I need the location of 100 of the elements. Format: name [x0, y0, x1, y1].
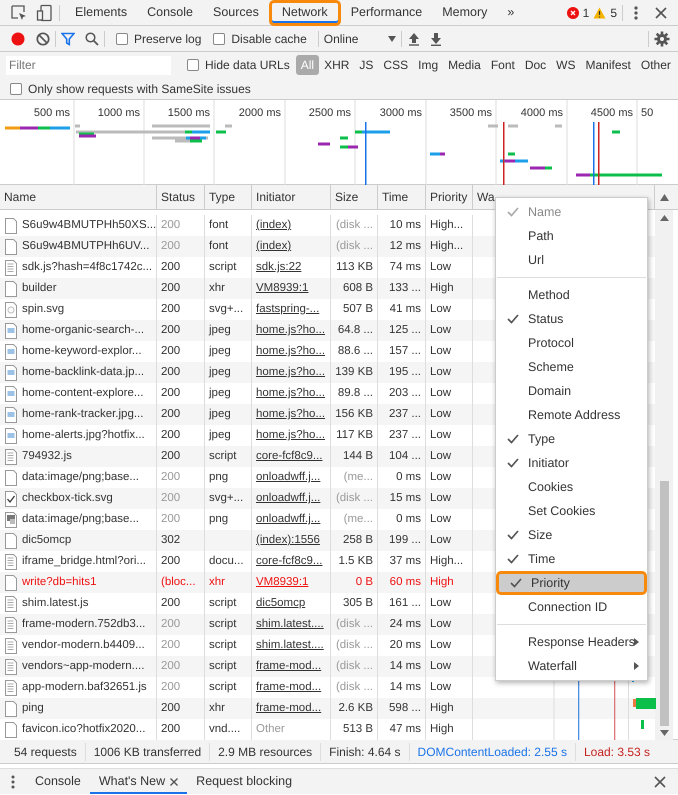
- type-text: vnd....: [209, 723, 240, 735]
- status-text: 200: [161, 618, 180, 630]
- size-text: 0 B: [356, 576, 373, 588]
- status-text: 200: [161, 471, 180, 483]
- size-text: (disk ...: [336, 660, 373, 672]
- priority-text: High: [430, 702, 454, 714]
- size-text: (disk ...: [336, 639, 373, 651]
- priority-text: High: [430, 723, 454, 735]
- status-text: 200: [161, 639, 180, 651]
- type-text: script: [209, 597, 236, 609]
- status-text: 200: [161, 324, 180, 336]
- type-text: jpeg: [209, 387, 231, 399]
- tick-label: 4000 ms: [520, 107, 563, 119]
- size-text: 1.5 KB: [338, 555, 373, 567]
- status-text: 200: [161, 681, 180, 693]
- status-text: 200: [161, 450, 180, 462]
- tick-label: 1500 ms: [168, 107, 210, 119]
- priority-text: Low: [430, 345, 452, 357]
- type-text: font: [209, 219, 228, 231]
- size-text: 113 KB: [336, 261, 373, 273]
- time-text: 104 ...: [389, 450, 421, 462]
- time-text: 157 ...: [389, 345, 421, 357]
- type-text: jpeg: [209, 408, 231, 420]
- size-text: 608 B: [342, 282, 373, 294]
- time-text: 74 ms: [390, 261, 421, 273]
- tick-label: 4500 ms: [590, 107, 633, 119]
- size-text: 88.6 ...: [338, 345, 373, 357]
- status-text: 200: [161, 282, 180, 294]
- type-text: svg+...: [209, 303, 244, 315]
- time-text: 0 ms: [396, 513, 421, 525]
- time-text: 237 ...: [389, 408, 421, 420]
- type-text: svg+...: [209, 492, 244, 504]
- priority-text: Low: [430, 324, 452, 336]
- priority-text: Low: [430, 534, 452, 546]
- type-text: xhr: [209, 702, 225, 714]
- status-text: 200: [161, 261, 180, 273]
- status-text: 200: [161, 723, 180, 735]
- type-text: script: [209, 681, 236, 693]
- type-text: png: [209, 513, 228, 525]
- time-text: 598 ...: [389, 702, 421, 714]
- status-text: 200: [161, 660, 180, 672]
- type-text: png: [209, 471, 228, 483]
- status-text: Load: 3.53 s: [582, 744, 652, 760]
- size-text: 507 B: [342, 303, 373, 315]
- type-text: script: [209, 660, 236, 672]
- time-text: 161 ...: [389, 597, 421, 609]
- tick-label: 2500 ms: [308, 107, 351, 119]
- priority-text: High...: [430, 555, 464, 567]
- time-text: 10 ms: [390, 219, 421, 231]
- priority-text: Low: [430, 471, 452, 483]
- type-text: script: [209, 450, 236, 462]
- time-text: 20 ms: [390, 639, 421, 651]
- priority-text: Low: [430, 660, 452, 672]
- status-text: 200: [161, 555, 180, 567]
- status-text: 2.9 MB resources: [210, 742, 322, 760]
- status-text: 302: [161, 534, 180, 546]
- status-text: 200: [161, 387, 180, 399]
- size-text: 89.8 ...: [338, 387, 373, 399]
- time-text: 125 ...: [389, 324, 421, 336]
- size-text: (disk ...: [336, 618, 373, 630]
- status-text: 200: [161, 513, 180, 525]
- type-text: script: [209, 261, 236, 273]
- status-text: 54 requests: [6, 742, 86, 760]
- status-text: 200: [161, 492, 180, 504]
- size-text: (me...: [344, 513, 373, 525]
- time-text: 41 ms: [390, 303, 421, 315]
- status-text: 200: [161, 345, 180, 357]
- type-text: font: [209, 240, 228, 252]
- time-text: 12 ms: [390, 240, 421, 252]
- time-text: 15 ms: [390, 492, 421, 504]
- time-text: 14 ms: [390, 681, 421, 693]
- size-text: 513 B: [342, 723, 373, 735]
- priority-text: High...: [430, 240, 464, 252]
- initiator-text: Other: [256, 723, 285, 735]
- priority-text: Low: [430, 408, 452, 420]
- status-text: 200: [161, 303, 180, 315]
- priority-text: Low: [430, 639, 452, 651]
- status-text: 1006 KB transferred: [86, 742, 210, 760]
- priority-text: Low: [430, 681, 452, 693]
- time-text: 47 ms: [390, 723, 421, 735]
- status-text: 200: [161, 366, 180, 378]
- time-text: 203 ...: [389, 387, 421, 399]
- priority-text: Low: [430, 492, 452, 504]
- status-text: 200: [161, 240, 180, 252]
- priority-text: Low: [430, 513, 452, 525]
- priority-text: Low: [430, 261, 452, 273]
- priority-text: High: [430, 282, 454, 294]
- size-text: (disk ...: [336, 681, 373, 693]
- priority-text: Low: [430, 387, 452, 399]
- tick-label: 3000 ms: [380, 107, 422, 119]
- size-text: 144 B: [342, 450, 373, 462]
- type-text: script: [209, 639, 236, 651]
- priority-text: High: [430, 576, 454, 588]
- tick-label: 2000 ms: [238, 107, 281, 119]
- type-text: jpeg: [209, 324, 231, 336]
- size-text: 64.8 ...: [338, 324, 373, 336]
- size-text: 2.6 KB: [338, 702, 373, 714]
- size-text: 156 KB: [335, 408, 373, 420]
- size-text: 139 KB: [335, 366, 373, 378]
- time-text: 60 ms: [390, 576, 421, 588]
